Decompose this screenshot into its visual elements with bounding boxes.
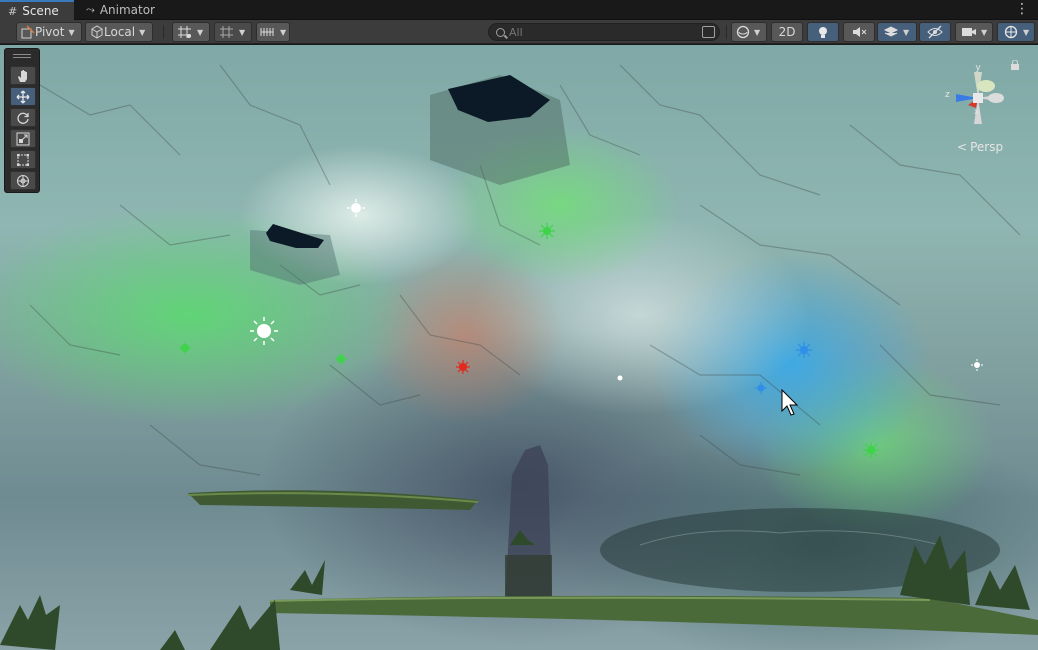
tab-bar: # Scene ⤳ Animator ⋮ bbox=[0, 0, 1038, 20]
hand-tool-button[interactable] bbox=[10, 66, 36, 85]
scene-toolbar: Pivot ▼ Local ▼ ▼ ▼ ▼ ▼ 2D ▼ bbox=[0, 20, 1038, 44]
grid-snap-icon bbox=[178, 26, 191, 38]
rect-transform-icon bbox=[17, 153, 29, 166]
point-light-icon-green-3 bbox=[335, 353, 347, 365]
eye-crossed-icon bbox=[927, 25, 943, 39]
lightbulb-icon bbox=[819, 27, 827, 38]
point-light-icon-blue-2 bbox=[755, 382, 767, 394]
grid-icon bbox=[220, 26, 233, 38]
gizmo-globe-icon bbox=[1004, 25, 1018, 39]
tab-animator-label: Animator bbox=[99, 3, 155, 17]
hand-icon bbox=[18, 69, 27, 82]
pivot-dropdown[interactable]: Pivot ▼ bbox=[16, 22, 82, 42]
tool-palette bbox=[4, 48, 40, 193]
lighting-toggle-button[interactable] bbox=[807, 22, 839, 42]
camera-dropdown[interactable]: ▼ bbox=[955, 22, 993, 42]
point-light-icon-green-1 bbox=[539, 223, 555, 239]
projection-label: Persp bbox=[970, 140, 1004, 154]
animator-icon: ⤳ bbox=[86, 3, 95, 16]
chevron-down-icon: ▼ bbox=[68, 27, 75, 37]
scale-tool-button[interactable] bbox=[10, 129, 36, 148]
chevron-down-icon: ▼ bbox=[981, 27, 988, 37]
search-icon bbox=[496, 27, 505, 37]
increment-snap-button[interactable]: ▼ bbox=[256, 22, 290, 42]
local-dropdown[interactable]: Local ▼ bbox=[85, 22, 153, 42]
grid-snapping-button[interactable]: ▼ bbox=[172, 22, 210, 42]
point-light-icon-blue-1 bbox=[796, 342, 812, 358]
grid-visibility-button[interactable]: ▼ bbox=[214, 22, 252, 42]
2d-label: 2D bbox=[778, 25, 796, 39]
tab-scene-label: Scene bbox=[22, 4, 59, 18]
projection-toggle[interactable]: < Persp bbox=[957, 140, 1003, 154]
chevron-down-icon: ▼ bbox=[280, 27, 287, 37]
hierarchy-search[interactable] bbox=[488, 23, 720, 41]
chevron-down-icon: ▼ bbox=[197, 27, 204, 37]
point-light-icon-green-2 bbox=[179, 342, 191, 354]
more-options-icon[interactable]: ⋮ bbox=[1015, 2, 1029, 16]
tab-scene[interactable]: # Scene bbox=[0, 0, 74, 20]
pivot-icon bbox=[21, 25, 35, 39]
audio-toggle-button[interactable] bbox=[843, 22, 875, 42]
camera-icon bbox=[962, 28, 976, 36]
separator bbox=[726, 25, 727, 39]
chevron-left-icon: < bbox=[957, 140, 968, 154]
light-bulb-icon-large bbox=[250, 317, 278, 345]
tab-animator[interactable]: ⤳ Animator bbox=[78, 0, 164, 20]
layers-effects-icon bbox=[883, 26, 899, 37]
separator bbox=[163, 25, 164, 39]
palette-grip[interactable] bbox=[13, 54, 31, 58]
rotate-tool-button[interactable] bbox=[10, 108, 36, 127]
draw-mode-dropdown[interactable]: ▼ bbox=[731, 22, 767, 42]
light-bulb-icon-top bbox=[347, 199, 365, 217]
light-bulb-icon-small bbox=[617, 375, 623, 381]
point-light-icon-green-4 bbox=[863, 442, 879, 458]
gizmos-dropdown[interactable]: ▼ bbox=[997, 22, 1035, 42]
scene-render bbox=[0, 64, 1038, 650]
grid-hash-icon: # bbox=[8, 4, 18, 18]
mossy-ground-ledge bbox=[270, 595, 1038, 635]
gizmo-axis-x: x bbox=[974, 107, 979, 116]
transform-globe-icon bbox=[17, 174, 29, 187]
hidden-objects-toggle[interactable] bbox=[919, 22, 951, 42]
gizmo-axis-y: y bbox=[975, 63, 981, 73]
scene-viewport[interactable]: y z x < Persp bbox=[0, 45, 1038, 650]
shading-sphere-icon bbox=[736, 25, 750, 39]
cube-icon bbox=[91, 25, 103, 39]
scale-icon bbox=[16, 132, 30, 145]
effects-dropdown[interactable]: ▼ bbox=[877, 22, 917, 42]
filter-icon[interactable] bbox=[702, 26, 715, 38]
speaker-muted-icon bbox=[853, 27, 867, 37]
chevron-down-icon: ▼ bbox=[1023, 27, 1030, 37]
local-label: Local bbox=[104, 25, 136, 39]
orientation-gizmo[interactable]: y z x bbox=[938, 58, 1018, 138]
point-light-icon-red bbox=[456, 360, 470, 374]
mouse-cursor-icon bbox=[781, 388, 799, 416]
chevron-down-icon: ▼ bbox=[239, 27, 246, 37]
chevron-down-icon: ▼ bbox=[139, 27, 146, 37]
light-bulb-icon-right bbox=[971, 359, 983, 371]
move-tool-button[interactable] bbox=[10, 87, 36, 106]
lock-icon[interactable] bbox=[1010, 60, 1020, 70]
transform-tool-button[interactable] bbox=[10, 171, 36, 190]
ruler-snap-icon bbox=[260, 28, 274, 36]
rotate-icon bbox=[17, 112, 29, 124]
gizmo-axis-z: z bbox=[945, 90, 950, 100]
pivot-label: Pivot bbox=[35, 25, 65, 39]
move-arrows-icon bbox=[16, 90, 30, 103]
chevron-down-icon: ▼ bbox=[903, 27, 910, 37]
search-input[interactable] bbox=[509, 25, 689, 39]
chevron-down-icon: ▼ bbox=[754, 27, 761, 37]
2d-toggle-button[interactable]: 2D bbox=[771, 22, 803, 42]
rect-tool-button[interactable] bbox=[10, 150, 36, 169]
